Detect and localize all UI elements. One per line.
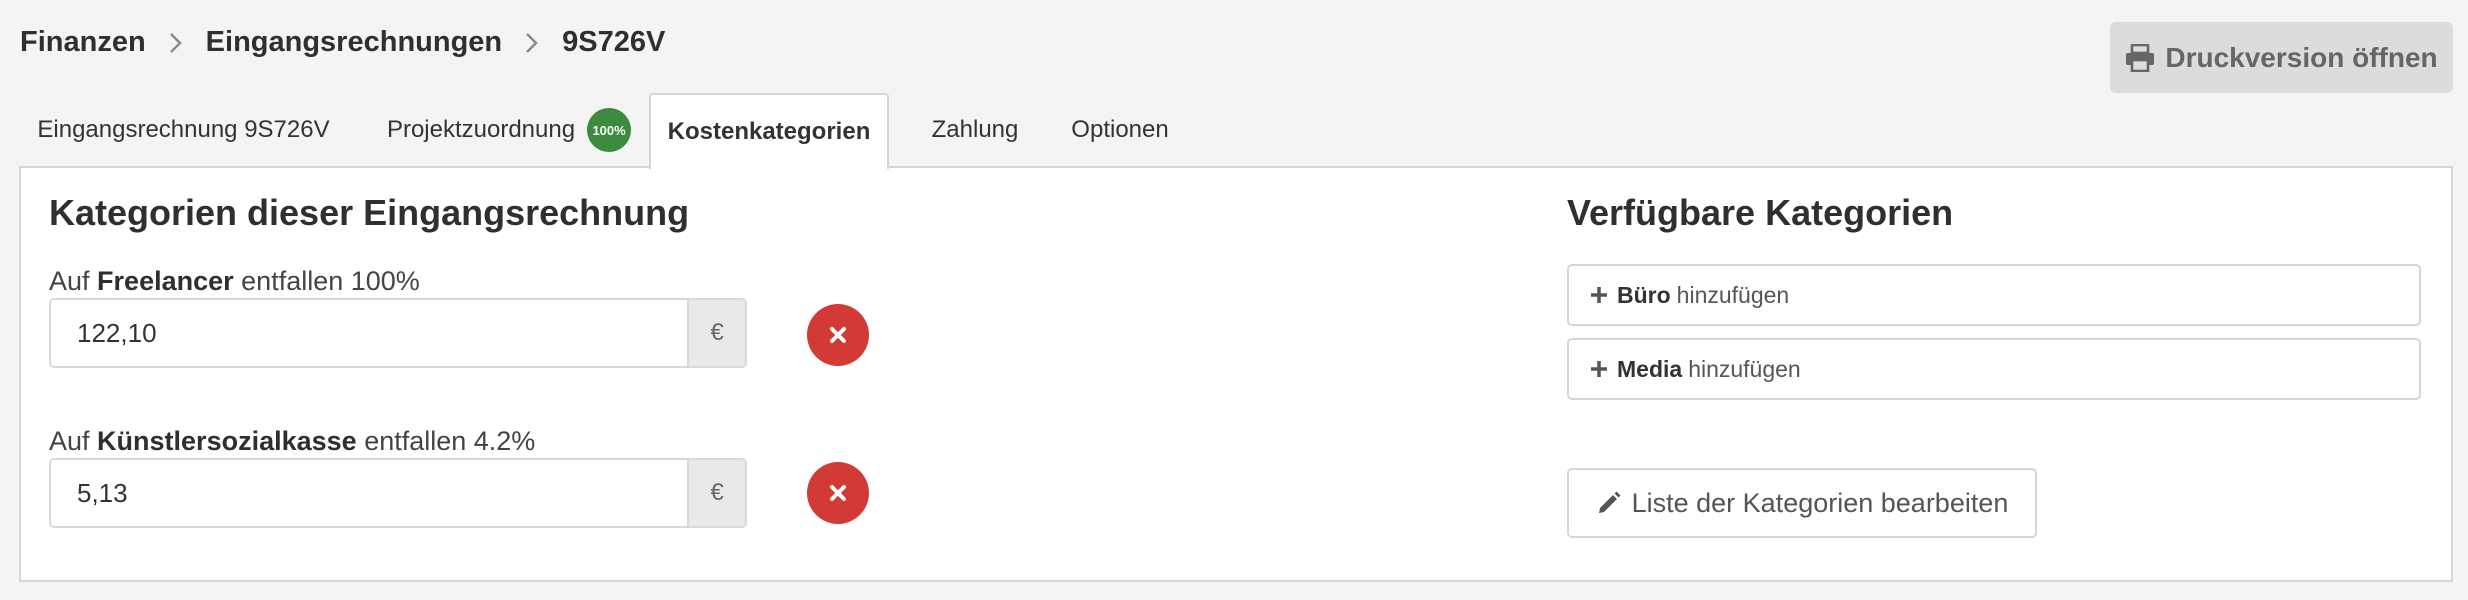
tab-kostenkategorien[interactable]: Kostenkategorien xyxy=(649,93,889,169)
tab-label: Eingangsrechnung 9S726V xyxy=(37,116,330,143)
remove-category-button[interactable] xyxy=(807,462,869,524)
add-category-button-buero[interactable]: Büro hinzufügen xyxy=(1567,264,2421,326)
close-icon xyxy=(830,485,846,501)
tab-label: Optionen xyxy=(1071,116,1169,143)
category-name: Freelancer xyxy=(97,266,234,296)
amount-input[interactable] xyxy=(51,300,687,366)
breadcrumb: Finanzen Eingangsrechnungen 9S726V xyxy=(20,26,665,59)
tab-content-panel: Kategorien dieser Eingangsrechnung Auf F… xyxy=(19,166,2453,582)
category-name: Media xyxy=(1617,355,1683,382)
breadcrumb-item-finanzen[interactable]: Finanzen xyxy=(20,26,146,59)
amount-input-group: € xyxy=(49,298,747,368)
currency-addon: € xyxy=(687,460,745,526)
category-label: Auf Künstlersozialkasse entfallen 4.2% xyxy=(49,426,536,456)
tab-bar: Eingangsrechnung 9S726V Projektzuordnung… xyxy=(20,93,2453,169)
chevron-right-icon xyxy=(146,26,206,59)
pencil-icon xyxy=(1598,491,1621,513)
tab-zahlung[interactable]: Zahlung xyxy=(905,93,1045,167)
plus-icon xyxy=(1591,361,1607,377)
remove-category-button[interactable] xyxy=(807,304,869,366)
section-title-available: Verfügbare Kategorien xyxy=(1567,192,1954,233)
printer-icon xyxy=(2126,43,2155,72)
currency-addon: € xyxy=(687,300,745,366)
progress-badge: 100% xyxy=(587,108,632,152)
amount-input-group: € xyxy=(49,458,747,528)
print-version-label: Druckversion öffnen xyxy=(2165,41,2438,73)
breadcrumb-item-eingangsrechnungen[interactable]: Eingangsrechnungen xyxy=(206,26,502,59)
edit-category-list-button[interactable]: Liste der Kategorien bearbeiten xyxy=(1567,468,2037,538)
tab-label: Kostenkategorien xyxy=(667,118,871,145)
tab-projektzuordnung[interactable]: Projektzuordnung 100% xyxy=(353,93,665,167)
plus-icon xyxy=(1591,287,1607,303)
add-action-label: hinzufügen xyxy=(1688,355,1801,382)
tab-label: Zahlung xyxy=(931,116,1019,143)
category-name: Künstlersozialkasse xyxy=(97,426,357,456)
amount-input[interactable] xyxy=(51,460,687,526)
tab-eingangsrechnung[interactable]: Eingangsrechnung 9S726V xyxy=(26,93,341,167)
category-label: Auf Freelancer entfallen 100% xyxy=(49,266,420,296)
edit-category-list-label: Liste der Kategorien bearbeiten xyxy=(1631,487,2009,518)
print-version-button[interactable]: Druckversion öffnen xyxy=(2110,22,2453,93)
breadcrumb-item-current: 9S726V xyxy=(562,26,666,58)
chevron-right-icon xyxy=(502,26,562,59)
category-name: Büro xyxy=(1617,281,1671,308)
section-title-categories: Kategorien dieser Eingangsrechnung xyxy=(49,192,690,233)
add-category-button-media[interactable]: Media hinzufügen xyxy=(1567,338,2421,400)
tab-label: Projektzuordnung xyxy=(386,116,576,143)
close-icon xyxy=(830,327,846,343)
add-action-label: hinzufügen xyxy=(1676,281,1790,308)
tab-optionen[interactable]: Optionen xyxy=(1040,93,1200,167)
